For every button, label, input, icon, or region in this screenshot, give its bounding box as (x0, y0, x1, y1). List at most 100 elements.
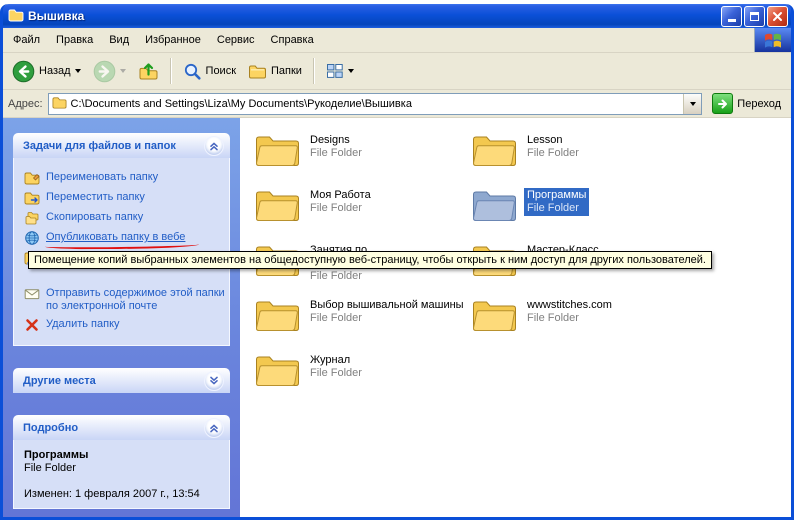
forward-icon (93, 60, 116, 83)
file-type: File Folder (310, 312, 464, 325)
task-label: Удалить папку (46, 317, 120, 333)
file-text: Выбор вышивальной машины File Folder (307, 298, 467, 326)
details-panel-title: Подробно (23, 422, 204, 434)
go-button[interactable]: Переход (707, 93, 786, 114)
file-item[interactable]: Журнал File Folder (255, 352, 365, 407)
maximize-button[interactable] (744, 6, 765, 27)
file-text: Моя Работа File Folder (307, 188, 374, 216)
other-places-panel-header[interactable]: Другие места (13, 368, 230, 393)
folder-icon (255, 352, 300, 387)
task-label: Переименовать папку (46, 170, 158, 186)
expand-button[interactable] (204, 371, 224, 391)
task-label: Скопировать папку (46, 210, 143, 226)
publish-folder-icon (24, 230, 40, 246)
delete-folder-icon (24, 317, 40, 333)
window-body: Задачи для файлов и папок Переименовать … (3, 118, 791, 517)
chevron-up-icon (208, 422, 220, 434)
file-type: File Folder (310, 202, 371, 215)
details-panel-header[interactable]: Подробно (13, 415, 230, 440)
sidebar: Задачи для файлов и папок Переименовать … (3, 118, 240, 517)
file-type: File Folder (527, 202, 586, 215)
other-places-panel: Другие места (13, 368, 230, 393)
task-item[interactable]: Удалить папку (24, 317, 225, 333)
file-item[interactable]: wwwstitches.com File Folder (472, 297, 615, 352)
close-icon (771, 10, 784, 23)
file-item[interactable]: Программы File Folder (472, 187, 589, 242)
email-folder-icon (24, 286, 40, 302)
folder-icon (472, 132, 517, 167)
task-item[interactable]: Отправить содержимое этой папки по элект… (24, 286, 225, 313)
copy-folder-icon (24, 210, 40, 226)
explorer-window: Вышивка ФайлПравкаВидИзбранноеСервисСпра… (0, 4, 794, 520)
go-arrow-icon (712, 93, 733, 114)
collapse-button[interactable] (204, 136, 224, 156)
file-text: Designs File Folder (307, 133, 365, 161)
file-type: File Folder (310, 147, 362, 160)
chevron-down-icon (208, 375, 220, 387)
views-button[interactable] (321, 59, 359, 83)
tasks-panel: Задачи для файлов и папок Переименовать … (13, 133, 230, 346)
toolbar-separator (170, 58, 172, 84)
address-dropdown-button[interactable] (683, 94, 701, 114)
task-label: Отправить содержимое этой папки по элект… (46, 286, 225, 313)
tasks-panel-header[interactable]: Задачи для файлов и папок (13, 133, 230, 158)
minimize-button[interactable] (721, 6, 742, 27)
file-item[interactable]: Designs File Folder (255, 132, 365, 187)
address-path: C:\Documents and Settings\Liza\My Docume… (71, 98, 680, 110)
file-item[interactable]: Выбор вышивальной машины File Folder (255, 297, 467, 352)
menu-item[interactable]: Файл (5, 30, 48, 50)
back-button[interactable]: Назад (7, 57, 86, 86)
task-label: Переместить папку (46, 190, 145, 206)
file-type: File Folder (310, 270, 469, 283)
task-item[interactable]: Скопировать папку (24, 210, 225, 226)
file-text: wwwstitches.com File Folder (524, 298, 615, 326)
go-label: Переход (737, 98, 781, 110)
details-name: Программы (24, 449, 225, 461)
task-item[interactable]: Переместить папку (24, 190, 225, 206)
address-dropdown-icon (690, 102, 696, 106)
file-name: Моя Работа (310, 189, 371, 202)
toolbar: Назад Поиск (3, 53, 791, 90)
file-type: File Folder (527, 147, 579, 160)
details-modified: Изменен: 1 февраля 2007 г., 13:54 (24, 488, 225, 500)
menu-bar: ФайлПравкаВидИзбранноеСервисСправка (3, 28, 791, 53)
other-places-panel-title: Другие места (23, 375, 204, 387)
menu-bar-items: ФайлПравкаВидИзбранноеСервисСправка (5, 30, 322, 50)
file-item[interactable]: Моя Работа File Folder (255, 187, 374, 242)
menu-item[interactable]: Избранное (137, 30, 209, 50)
tasks-panel-title: Задачи для файлов и папок (23, 140, 204, 152)
collapse-button[interactable] (204, 418, 224, 438)
address-input[interactable]: C:\Documents and Settings\Liza\My Docume… (48, 93, 703, 115)
file-type: File Folder (527, 312, 612, 325)
file-text: Журнал File Folder (307, 353, 365, 381)
red-underline-annotation (45, 241, 199, 250)
address-folder-icon (52, 95, 67, 113)
menu-item[interactable]: Справка (263, 30, 322, 50)
search-button[interactable]: Поиск (178, 59, 241, 84)
file-text: Lesson File Folder (524, 133, 582, 161)
menu-item[interactable]: Правка (48, 30, 101, 50)
file-name: Lesson (527, 134, 579, 147)
folders-button[interactable]: Папки (243, 59, 307, 84)
title-bar: Вышивка (3, 4, 791, 28)
task-item[interactable]: Переименовать папку (24, 170, 225, 186)
up-button[interactable] (133, 58, 164, 85)
menu-item[interactable]: Вид (101, 30, 137, 50)
close-button[interactable] (767, 6, 788, 27)
file-item[interactable]: Lesson File Folder (472, 132, 582, 187)
menu-item[interactable]: Сервис (209, 30, 263, 50)
forward-button[interactable] (88, 57, 131, 86)
back-label: Назад (39, 65, 71, 77)
minimize-icon (728, 19, 736, 22)
window-controls (721, 6, 788, 27)
toolbar-separator (313, 58, 315, 84)
file-name: Выбор вышивальной машины (310, 299, 464, 312)
file-name: wwwstitches.com (527, 299, 612, 312)
tooltip: Помещение копий выбранных элементов на о… (28, 251, 712, 269)
window-title: Вышивка (28, 9, 717, 23)
chevron-up-icon (208, 140, 220, 152)
back-dropdown-icon (75, 69, 81, 73)
move-folder-icon (24, 190, 40, 206)
folders-label: Папки (271, 65, 302, 77)
task-item[interactable]: Опубликовать папку в вебе (24, 230, 225, 246)
